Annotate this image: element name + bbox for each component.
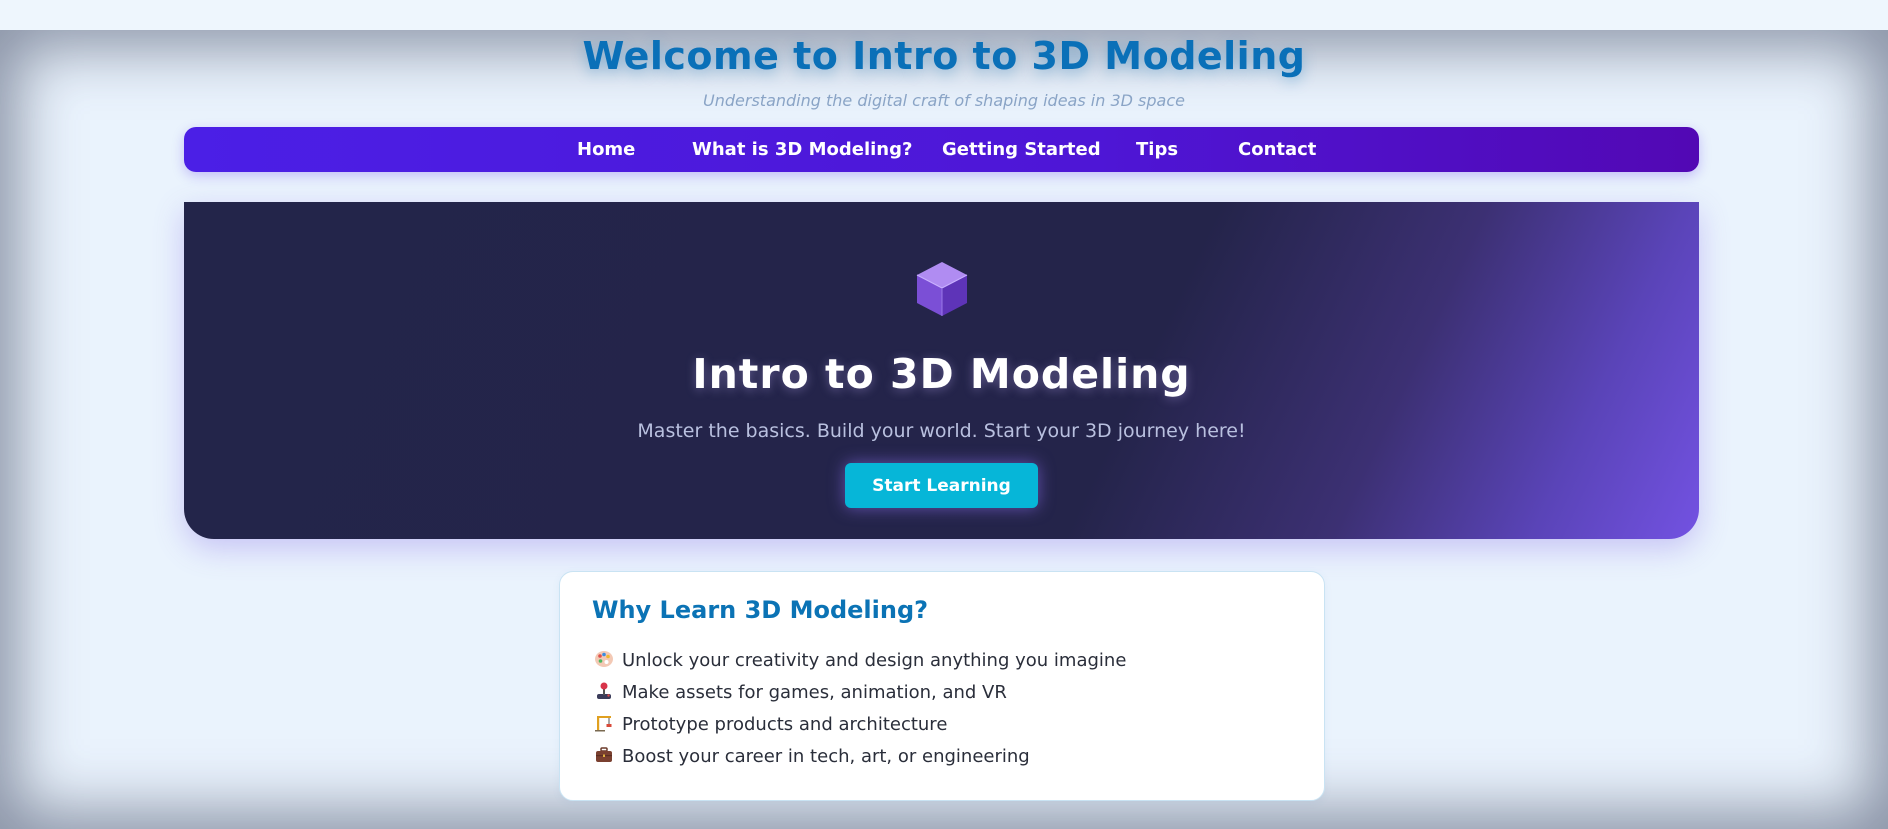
hero-tagline: Master the basics. Build your world. Sta… [637,420,1246,442]
nav-tips[interactable]: Tips [1136,127,1178,172]
hero-banner: Intro to 3D Modeling Master the basics. … [184,202,1699,539]
cube-icon [916,262,968,316]
page-title: Welcome to Intro to 3D Modeling [582,34,1306,78]
nav-contact[interactable]: Contact [1238,127,1316,172]
nav-getting-started[interactable]: Getting Started [942,127,1101,172]
benefits-list: Unlock your creativity and design anythi… [594,645,1126,773]
benefit-text: Unlock your creativity and design anythi… [622,650,1127,671]
benefit-text: Prototype products and architecture [622,714,948,735]
benefit-text: Make assets for games, animation, and VR [622,682,1007,703]
crane-icon [595,716,612,732]
hero-title: Intro to 3D Modeling [692,350,1191,398]
why-learn-card: Why Learn 3D Modeling? Unlock your creat… [559,571,1325,801]
list-item: Boost your career in tech, art, or engin… [594,741,1126,773]
briefcase-icon [596,747,612,762]
main-nav: Home What is 3D Modeling? Getting Starte… [184,127,1699,172]
list-item: Unlock your creativity and design anythi… [594,645,1126,677]
benefit-text: Boost your career in tech, art, or engin… [622,746,1030,767]
browser-top-strip [0,0,1888,30]
why-learn-title: Why Learn 3D Modeling? [592,596,929,624]
list-item: Prototype products and architecture [594,709,1126,741]
joystick-icon [597,682,611,699]
list-item: Make assets for games, animation, and VR [594,677,1126,709]
page: Welcome to Intro to 3D Modeling Understa… [0,30,1888,829]
palette-icon [595,651,613,667]
nav-home[interactable]: Home [577,127,635,172]
page-subtitle: Understanding the digital craft of shapi… [703,91,1185,110]
nav-what-is-3d-modeling[interactable]: What is 3D Modeling? [692,127,912,172]
start-learning-button[interactable]: Start Learning [845,463,1038,508]
